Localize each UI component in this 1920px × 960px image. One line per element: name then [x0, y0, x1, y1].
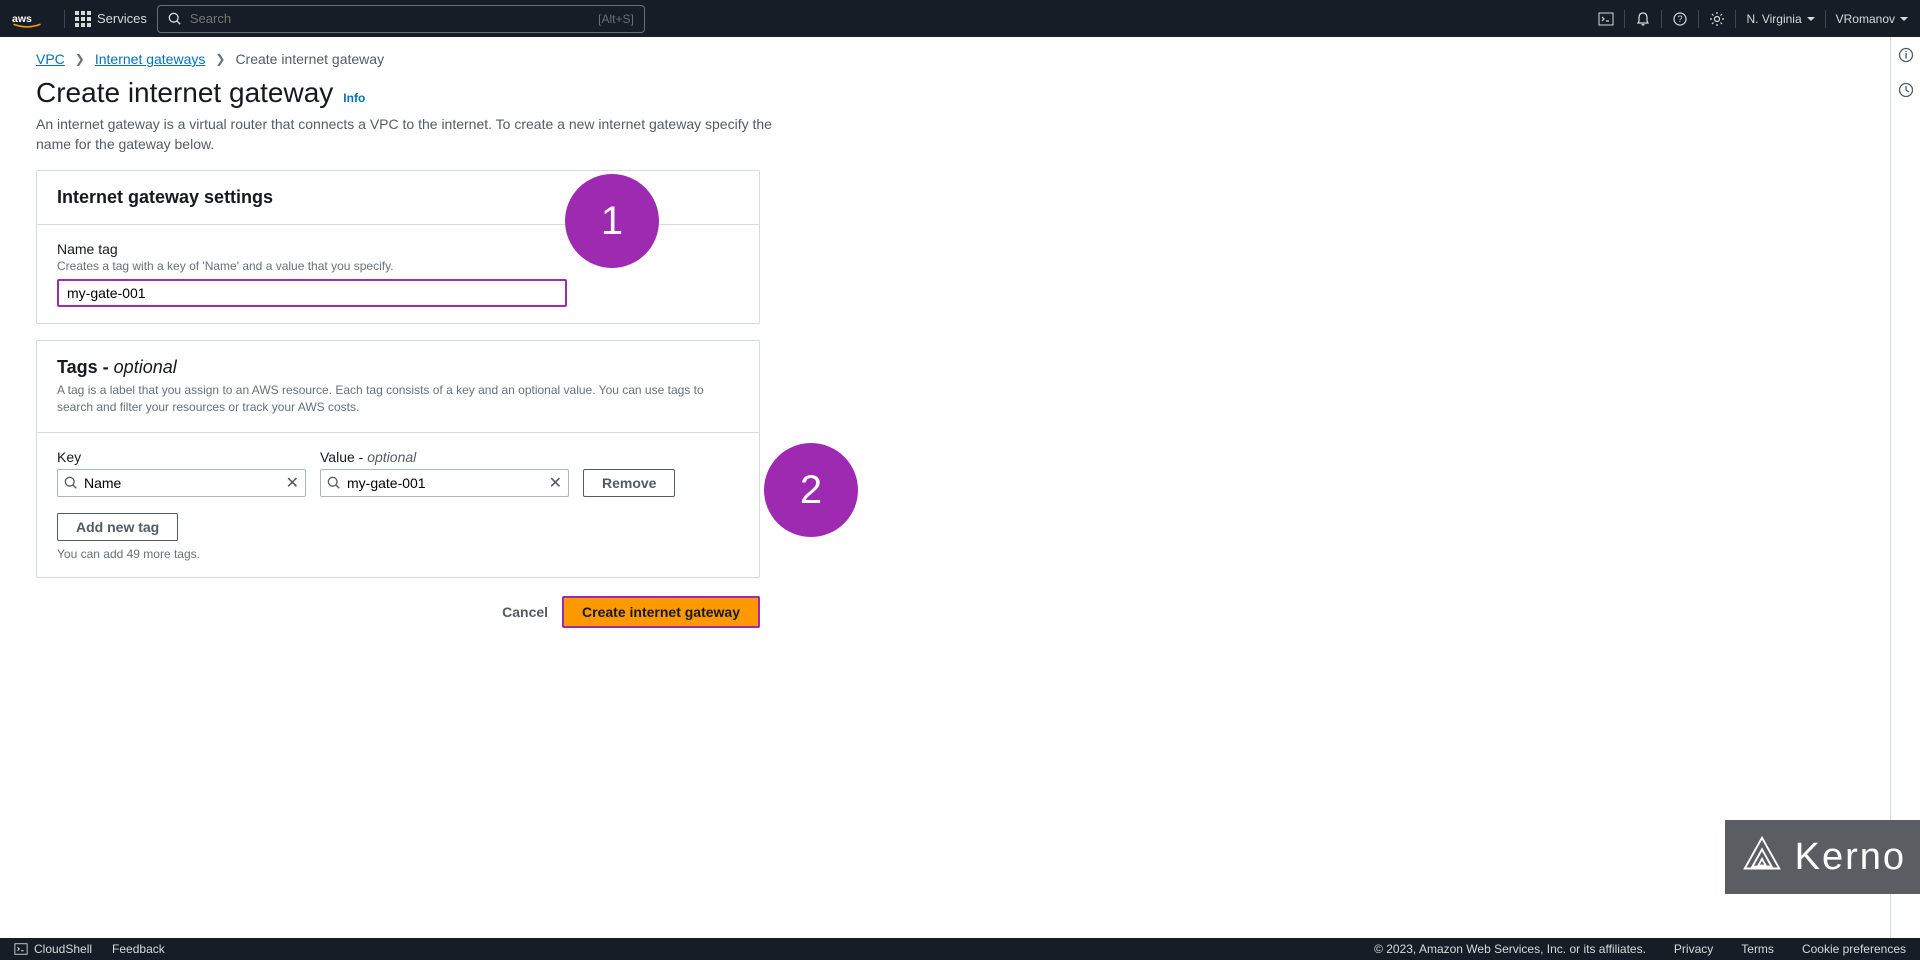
- add-tag-button[interactable]: Add new tag: [57, 513, 178, 541]
- divider: [1825, 10, 1826, 28]
- page-title-row: Create internet gateway Info: [36, 77, 1884, 109]
- region-selector[interactable]: N. Virginia: [1746, 12, 1814, 26]
- footer: CloudShell Feedback © 2023, Amazon Web S…: [0, 938, 1920, 960]
- terms-link[interactable]: Terms: [1741, 942, 1774, 956]
- name-tag-input[interactable]: [57, 279, 567, 307]
- tag-key-input[interactable]: [84, 475, 280, 491]
- tag-row: Key ✕ Value - optional ✕ Remove: [57, 449, 739, 497]
- info-icon[interactable]: i: [1898, 47, 1914, 68]
- name-tag-hint: Creates a tag with a key of 'Name' and a…: [57, 259, 739, 273]
- watermark: Kerno: [1725, 820, 1920, 894]
- key-column-label: Key: [57, 449, 306, 465]
- cloudshell-icon: [14, 942, 28, 956]
- region-label: N. Virginia: [1746, 12, 1801, 26]
- chevron-down-icon: [1900, 17, 1908, 21]
- tag-limit-text: You can add 49 more tags.: [57, 547, 739, 561]
- cloudshell-button[interactable]: CloudShell: [14, 942, 92, 956]
- services-button[interactable]: Services: [75, 11, 147, 27]
- breadcrumb-vpc[interactable]: VPC: [36, 51, 65, 67]
- chevron-right-icon: ❯: [75, 52, 85, 66]
- clock-icon[interactable]: [1898, 82, 1914, 103]
- tags-title: Tags - optional: [57, 357, 739, 378]
- feedback-link[interactable]: Feedback: [112, 942, 165, 956]
- create-button[interactable]: Create internet gateway: [562, 596, 760, 628]
- privacy-link[interactable]: Privacy: [1674, 942, 1713, 956]
- breadcrumb-igw[interactable]: Internet gateways: [95, 51, 206, 67]
- main-content: VPC ❯ Internet gateways ❯ Create interne…: [0, 37, 1920, 642]
- info-link[interactable]: Info: [343, 91, 365, 105]
- svg-text:i: i: [1904, 51, 1907, 62]
- gear-icon[interactable]: [1709, 11, 1725, 27]
- tags-header: Tags - optional A tag is a label that yo…: [37, 341, 759, 432]
- search-input[interactable]: [190, 11, 598, 26]
- user-label: VRomanov: [1836, 12, 1895, 26]
- chevron-right-icon: ❯: [215, 52, 225, 66]
- tag-value-input[interactable]: [347, 475, 543, 491]
- cloudshell-icon[interactable]: [1598, 11, 1614, 27]
- breadcrumb: VPC ❯ Internet gateways ❯ Create interne…: [36, 51, 1884, 67]
- divider: [1698, 10, 1699, 28]
- tag-key-input-wrap[interactable]: ✕: [57, 469, 306, 497]
- remove-tag-button[interactable]: Remove: [583, 469, 675, 497]
- divider: [1735, 10, 1736, 28]
- cancel-button[interactable]: Cancel: [502, 604, 548, 620]
- services-label: Services: [97, 11, 147, 26]
- search-shortcut: [Alt+S]: [598, 12, 634, 26]
- divider: [1661, 10, 1662, 28]
- cookies-link[interactable]: Cookie preferences: [1802, 942, 1906, 956]
- search-icon: [64, 476, 78, 490]
- clear-icon[interactable]: ✕: [549, 473, 562, 493]
- watermark-text: Kerno: [1795, 836, 1906, 879]
- tags-description: A tag is a label that you assign to an A…: [57, 382, 739, 416]
- chevron-down-icon: [1807, 17, 1815, 21]
- search-icon: [168, 12, 182, 26]
- bell-icon[interactable]: [1635, 11, 1651, 27]
- kerno-logo-icon: [1739, 834, 1785, 880]
- annotation-1: 1: [565, 174, 659, 268]
- settings-panel: Internet gateway settings Name tag Creat…: [36, 170, 760, 324]
- svg-text:aws: aws: [12, 13, 32, 25]
- action-row: Cancel Create internet gateway: [36, 596, 760, 628]
- search-icon: [327, 476, 341, 490]
- grid-icon: [75, 11, 91, 27]
- user-menu[interactable]: VRomanov: [1836, 12, 1908, 26]
- value-column-label: Value - optional: [320, 449, 569, 465]
- tags-body: Key ✕ Value - optional ✕ Remove: [37, 432, 759, 577]
- divider: [64, 10, 65, 28]
- page-title: Create internet gateway: [36, 77, 333, 109]
- tag-value-input-wrap[interactable]: ✕: [320, 469, 569, 497]
- aws-logo[interactable]: aws: [12, 10, 42, 28]
- top-nav: aws Services [Alt+S] ? N. Virginia VRoma…: [0, 0, 1920, 37]
- help-icon[interactable]: ?: [1672, 11, 1688, 27]
- search-box[interactable]: [Alt+S]: [157, 5, 645, 33]
- clear-icon[interactable]: ✕: [286, 473, 299, 493]
- tags-panel: Tags - optional A tag is a label that yo…: [36, 340, 760, 578]
- right-rail: i: [1890, 37, 1920, 938]
- copyright: © 2023, Amazon Web Services, Inc. or its…: [1374, 942, 1646, 956]
- svg-text:?: ?: [1678, 14, 1683, 24]
- annotation-2: 2: [764, 443, 858, 537]
- breadcrumb-current: Create internet gateway: [235, 51, 384, 67]
- page-description: An internet gateway is a virtual router …: [36, 115, 796, 154]
- divider: [1624, 10, 1625, 28]
